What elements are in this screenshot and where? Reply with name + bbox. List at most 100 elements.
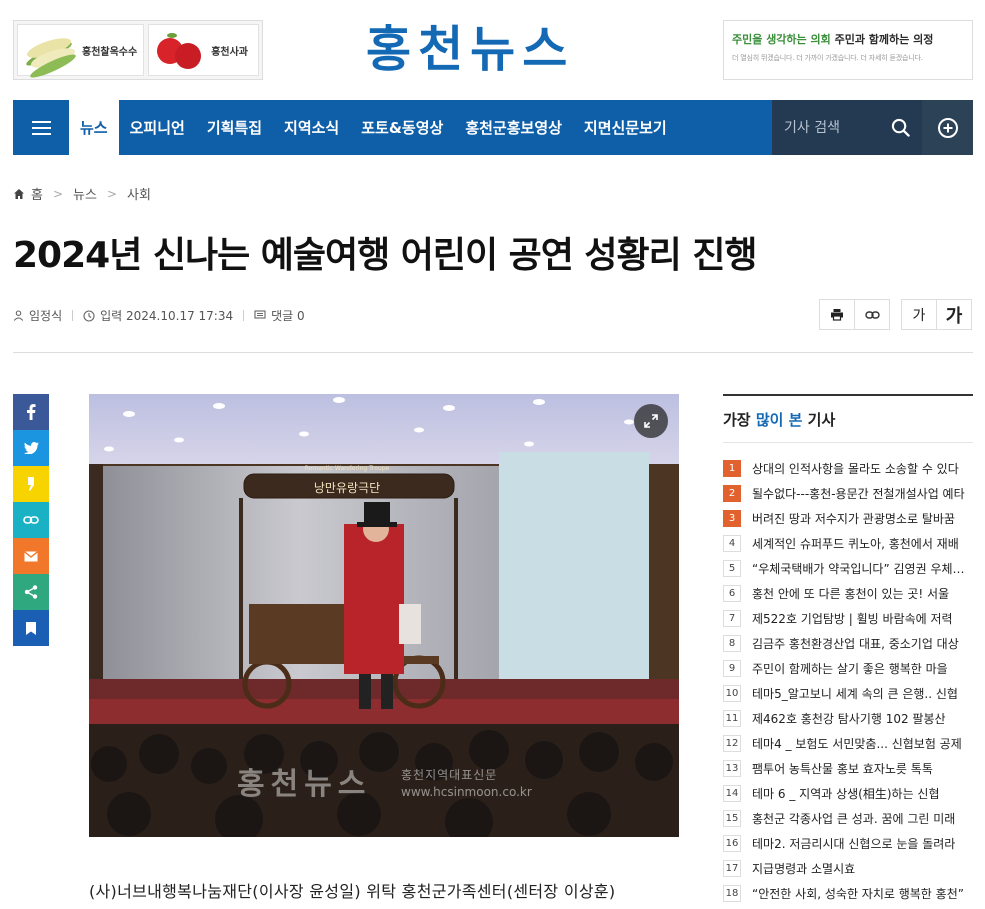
popular-link[interactable]: 테마4 _ 보험도 서민맞춤... 신협보험 공제	[752, 735, 970, 752]
publish-date: 입력 2024.10.17 17:34	[100, 309, 234, 323]
rank-badge: 14	[723, 785, 741, 802]
rank-badge: 17	[723, 860, 741, 877]
nav-promo-video[interactable]: 홍천군홍보영상	[454, 100, 573, 155]
breadcrumb-news[interactable]: 뉴스	[73, 184, 97, 203]
comment-icon	[254, 310, 266, 319]
list-item[interactable]: 5 “우체국택배가 약국입니다” 김영권 우체국장	[723, 556, 973, 581]
popular-link[interactable]: “우체국택배가 약국입니다” 김영권 우체국장	[752, 560, 970, 577]
menu-icon[interactable]	[13, 100, 69, 155]
list-item[interactable]: 4 세계적인 슈퍼푸드 퀴노아, 홍천에서 재배	[723, 531, 973, 556]
comment-count[interactable]: 댓글 0	[271, 307, 305, 324]
popular-link[interactable]: “안전한 사회, 성숙한 자치로 행복한 홍천”	[752, 885, 970, 902]
popular-link[interactable]: 팸투어 농특산물 홍보 효자노릇 톡톡	[752, 760, 970, 777]
site-logo[interactable]: 홍천뉴스	[366, 20, 620, 80]
rank-badge: 6	[723, 585, 741, 602]
search-input[interactable]	[784, 119, 892, 136]
search-icon[interactable]	[891, 118, 910, 137]
rank-badge: 1	[723, 460, 741, 477]
photo-watermark-url: www.hcsinmoon.co.kr	[401, 785, 532, 799]
list-item[interactable]: 6 홍천 안에 또 다른 홍천이 있는 곳! 서울	[723, 581, 973, 606]
rank-badge: 9	[723, 660, 741, 677]
list-item[interactable]: 13 팸투어 농특산물 홍보 효자노릇 톡톡	[723, 756, 973, 781]
popular-link[interactable]: 될수없다---홍천-용문간 전철개설사업 예타	[752, 485, 970, 502]
popular-title: 가장 많이 본 기사	[723, 409, 973, 431]
ad-corn[interactable]: 홍천찰옥수수	[17, 24, 145, 82]
nav-opinion[interactable]: 오피니언	[119, 100, 196, 155]
list-item[interactable]: 17 지급명령과 소멸시효	[723, 856, 973, 881]
share-button[interactable]	[13, 574, 49, 610]
popular-link[interactable]: 테마 6 _ 지역과 상생(相生)하는 신협	[752, 785, 970, 802]
article-title: 2024년 신나는 예술여행 어린이 공연 성황리 진행	[13, 235, 758, 276]
list-item[interactable]: 1 상대의 인적사항을 몰라도 소송할 수 있다	[723, 456, 973, 481]
list-item[interactable]: 18 “안전한 사회, 성숙한 자치로 행복한 홍천”	[723, 881, 973, 906]
breadcrumb-society[interactable]: 사회	[127, 184, 151, 203]
ad-apple-label: 홍천사과	[211, 46, 249, 58]
list-item[interactable]: 12 테마4 _ 보험도 서민맞춤... 신협보험 공제	[723, 731, 973, 756]
popular-list: 1 상대의 인적사항을 몰라도 소송할 수 있다 2 될수없다---홍천-용문간 전…	[723, 442, 973, 906]
nav-special[interactable]: 기획특집	[196, 100, 273, 155]
kakao-share-button[interactable]	[13, 466, 49, 502]
list-item[interactable]: 15 홍천군 각종사업 큰 성과. 꿈에 그린 미래	[723, 806, 973, 831]
nav-news[interactable]: 뉴스	[69, 100, 119, 155]
popular-link[interactable]: 김금주 홍천환경산업 대표, 중소기업 대상	[752, 635, 970, 652]
ad-apple[interactable]: 홍천사과	[148, 24, 259, 76]
mail-share-button[interactable]	[13, 538, 49, 574]
popular-link[interactable]: 세계적인 슈퍼푸드 퀴노아, 홍천에서 재배	[752, 535, 970, 552]
list-item[interactable]: 8 김금주 홍천환경산업 대표, 중소기업 대상	[723, 631, 973, 656]
popular-link[interactable]: 테마2. 저금리시대 신협으로 눈을 돌려라	[752, 835, 970, 852]
list-item[interactable]: 16 테마2. 저금리시대 신협으로 눈을 돌려라	[723, 831, 973, 856]
right-banner-ad[interactable]: 주민을 생각하는 의회 주민과 함께하는 의정 더 열심히 뛰겠습니다. 더 가…	[723, 20, 973, 80]
photo-watermark: 홍천뉴스	[237, 767, 372, 802]
nav-paper[interactable]: 지면신문보기	[573, 100, 678, 155]
popular-link[interactable]: 지급명령과 소멸시효	[752, 860, 970, 877]
popular-link[interactable]: 제462호 홍천강 탐사기행 102 팔봉산	[752, 710, 970, 727]
list-item[interactable]: 11 제462호 홍천강 탐사기행 102 팔봉산	[723, 706, 973, 731]
expand-icon[interactable]	[634, 404, 668, 438]
popular-link[interactable]: 제522호 기업탐방 | 휠빙 바람속에 저력	[752, 610, 970, 627]
author-name[interactable]: 임정식	[29, 307, 62, 324]
rank-badge: 5	[723, 560, 741, 577]
list-item[interactable]: 7 제522호 기업탐방 | 휠빙 바람속에 저력	[723, 606, 973, 631]
printer-icon	[831, 309, 843, 321]
rank-badge: 2	[723, 485, 741, 502]
twitter-share-button[interactable]	[13, 430, 49, 466]
list-item[interactable]: 3 버려진 땅과 저수지가 관광명소로 탈바꿈	[723, 506, 973, 531]
stage-sign: 낭만유랑극단	[314, 481, 380, 495]
plus-circle-icon[interactable]	[922, 100, 973, 155]
share-icon	[24, 585, 38, 599]
popular-link[interactable]: 테마5_알고보니 세계 속의 큰 은행.. 신협	[752, 685, 970, 702]
bookmark-button[interactable]	[13, 610, 49, 646]
font-larger-button[interactable]: 가	[936, 299, 972, 330]
list-item[interactable]: 10 테마5_알고보니 세계 속의 큰 은행.. 신협	[723, 681, 973, 706]
popular-title-prefix: 가장	[723, 411, 756, 429]
mail-icon	[24, 550, 38, 561]
twitter-icon	[23, 442, 39, 454]
list-item[interactable]: 2 될수없다---홍천-용문간 전철개설사업 예타	[723, 481, 973, 506]
nav-local[interactable]: 지역소식	[273, 100, 350, 155]
rank-badge: 10	[723, 685, 741, 702]
list-item[interactable]: 14 테마 6 _ 지역과 상생(相生)하는 신협	[723, 781, 973, 806]
list-item[interactable]: 9 주민이 함께하는 살기 좋은 행복한 마을	[723, 656, 973, 681]
popular-link[interactable]: 버려진 땅과 저수지가 관광명소로 탈바꿈	[752, 510, 970, 527]
link-share-button[interactable]	[13, 502, 49, 538]
popular-title-highlight: 많이 본	[755, 411, 803, 429]
print-button[interactable]	[819, 299, 855, 330]
photo-watermark-sub: 홍천지역대표신문	[401, 768, 498, 782]
nav-photo-video[interactable]: 포토&동영상	[350, 100, 454, 155]
article-meta: 임정식 입력 2024.10.17 17:34 댓글 0	[13, 307, 305, 324]
left-banner-ad[interactable]: 홍천찰옥수수 홍천사과	[13, 20, 263, 82]
facebook-share-button[interactable]	[13, 394, 49, 430]
popular-link[interactable]: 홍천 안에 또 다른 홍천이 있는 곳! 서울	[752, 585, 970, 602]
copy-link-button[interactable]	[854, 299, 890, 330]
popular-articles: 가장 많이 본 기사 1 상대의 인적사항을 몰라도 소송할 수 있다 2 될수없다…	[723, 394, 973, 906]
chevron-right-icon: >	[106, 186, 118, 201]
breadcrumb-home[interactable]: 홈	[31, 184, 43, 203]
popular-link[interactable]: 주민이 함께하는 살기 좋은 행복한 마을	[752, 660, 970, 677]
font-smaller-button[interactable]: 가	[901, 299, 937, 330]
popular-link[interactable]: 홍천군 각종사업 큰 성과. 꿈에 그린 미래	[752, 810, 970, 827]
article-photo[interactable]: 낭만유랑극단 Romantic Wandering Troupe 홍천뉴스 홍천…	[89, 394, 679, 837]
popular-link[interactable]: 상대의 인적사항을 몰라도 소송할 수 있다	[752, 460, 970, 477]
rank-badge: 11	[723, 710, 741, 727]
home-icon	[14, 188, 24, 199]
link-icon	[23, 516, 39, 524]
